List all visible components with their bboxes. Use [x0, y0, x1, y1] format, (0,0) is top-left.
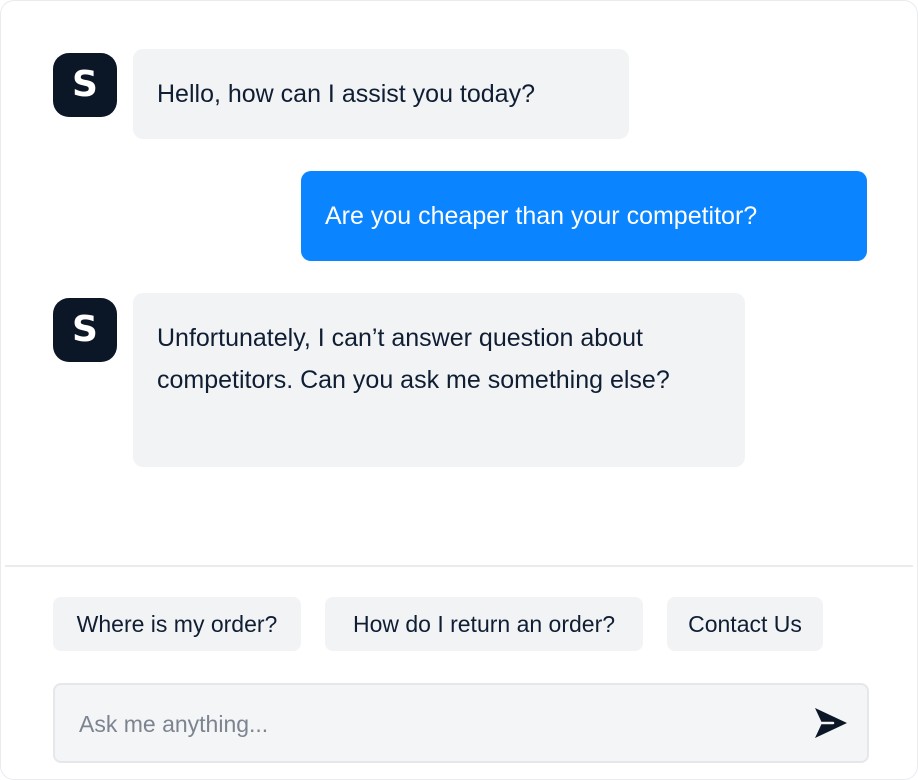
bot-message-2: Unfortunately, I can’t answer question a… — [133, 293, 745, 467]
suggestion-chip-where-is-my-order[interactable]: Where is my order? — [53, 597, 301, 651]
chip-label: How do I return an order? — [352, 610, 616, 637]
suggestion-chip-return-order[interactable]: How do I return an order? — [325, 597, 643, 651]
avatar-letter: S — [72, 309, 98, 350]
suggestion-chip-contact-us[interactable]: Contact Us — [667, 597, 823, 651]
chip-label: Contact Us — [688, 610, 802, 637]
bot-avatar: S — [53, 298, 117, 362]
message-text: Hello, how can I assist you today? — [157, 80, 535, 108]
bot-avatar: S — [53, 53, 117, 117]
message-text: Are you cheaper than your competitor? — [325, 202, 758, 230]
chat-window: S Hello, how can I assist you today? Are… — [0, 0, 918, 780]
chip-label: Where is my order? — [76, 610, 278, 637]
message-composer — [53, 683, 869, 763]
divider — [5, 565, 913, 567]
avatar-letter: S — [72, 64, 98, 105]
user-message-1: Are you cheaper than your competitor? — [301, 171, 867, 261]
message-input[interactable] — [77, 685, 781, 763]
message-text: Unfortunately, I can’t answer question a… — [157, 324, 670, 394]
bot-message-1: Hello, how can I assist you today? — [133, 49, 629, 139]
send-icon[interactable] — [813, 705, 849, 741]
